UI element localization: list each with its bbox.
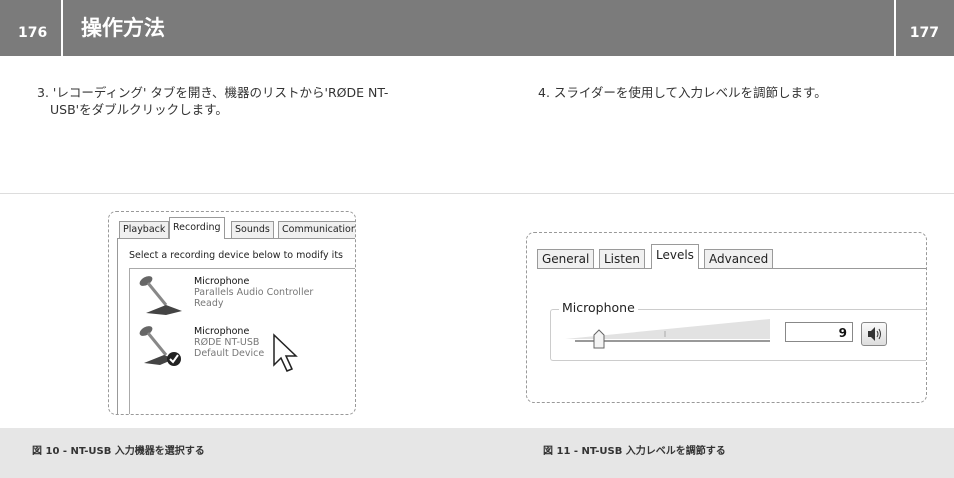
page-number-right: 177	[909, 25, 939, 41]
list-item[interactable]: Microphone Parallels Audio Controller Re…	[130, 269, 355, 317]
level-slider-thumb[interactable]	[593, 329, 605, 349]
step-number: 4.	[538, 85, 550, 100]
tab-playback[interactable]: Playback	[119, 221, 170, 238]
recording-dialog-screenshot: Playback Recording Sounds Communications…	[108, 211, 356, 415]
page-header: 176 操作方法 177	[0, 0, 954, 56]
device-detail: Parallels Audio Controller	[194, 287, 314, 298]
tab-recording[interactable]: Recording	[169, 217, 225, 239]
figure-caption: 図 11 - NT-USB 入力レベルを調節する	[543, 446, 726, 457]
microphone-icon	[139, 326, 181, 366]
step-text: スライダーを使用して入力レベルを調節します。	[553, 85, 827, 100]
list-item[interactable]: Microphone RØDE NT-USB Default Device	[130, 319, 355, 367]
tab-listen[interactable]: Listen	[599, 249, 645, 268]
device-name: Microphone	[194, 326, 250, 337]
mute-button[interactable]	[861, 322, 887, 346]
device-name: Microphone	[194, 276, 250, 287]
step-4: 4. スライダーを使用して入力レベルを調節します。	[538, 84, 898, 101]
tab-sounds[interactable]: Sounds	[231, 221, 274, 238]
group-label: Microphone	[559, 300, 638, 315]
microphone-icon	[139, 276, 182, 315]
tab-communications[interactable]: Communications	[278, 221, 355, 238]
header-divider	[61, 0, 63, 56]
instruction-text: Select a recording device below to modif…	[129, 250, 343, 261]
page-number-left: 176	[18, 25, 48, 41]
step-text-line1: 'レコーディング' タブを開き、機器のリストから'RØDE NT-	[52, 85, 389, 100]
device-detail: RØDE NT-USB	[194, 337, 260, 348]
section-title: 操作方法	[81, 16, 165, 40]
device-list: Microphone Parallels Audio Controller Re…	[129, 268, 355, 414]
divider-line	[0, 193, 954, 194]
level-value-field[interactable]: 9	[785, 322, 853, 342]
tab-bar: General Listen Levels Advanced	[537, 244, 926, 269]
tab-bar: Playback Recording Sounds Communications	[117, 217, 355, 239]
figure-caption: 図 10 - NT-USB 入力機器を選択する	[32, 446, 205, 457]
speaker-icon	[868, 327, 881, 341]
device-status: Default Device	[194, 348, 265, 359]
step-number: 3.	[37, 85, 49, 100]
step-text-line2: USB'をダブルクリックします。	[50, 102, 228, 117]
mouse-pointer-icon	[273, 333, 298, 372]
device-status: Ready	[194, 298, 224, 309]
tab-advanced[interactable]: Advanced	[704, 249, 774, 268]
tab-general[interactable]: General	[537, 249, 595, 268]
step-3: 3. 'レコーディング' タブを開き、機器のリストから'RØDE NT- USB…	[37, 84, 457, 118]
header-divider	[894, 0, 896, 56]
levels-dialog-screenshot: General Listen Levels Advanced Microphon…	[526, 232, 927, 403]
tab-levels[interactable]: Levels	[651, 244, 699, 269]
